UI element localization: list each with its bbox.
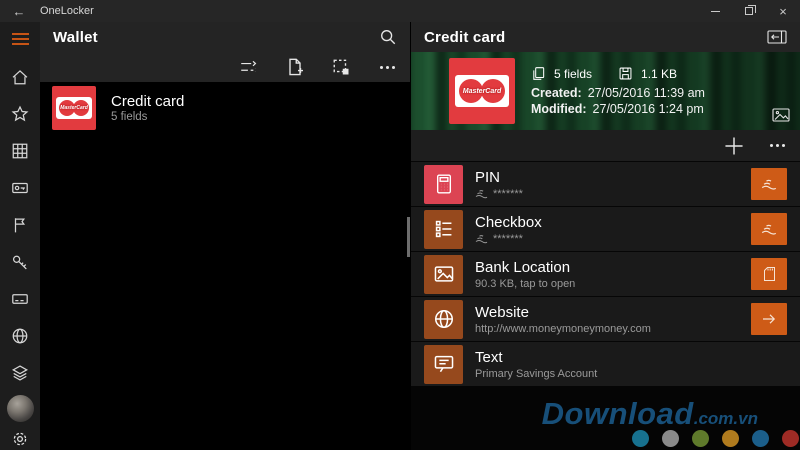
masked-icon bbox=[475, 189, 488, 199]
fields-count: 5 fields bbox=[554, 67, 592, 81]
app-title: OneLocker bbox=[40, 5, 94, 17]
field-subtitle: http://www.moneymoneymoney.com bbox=[475, 323, 651, 335]
mastercard-logo: MasterCard bbox=[52, 86, 96, 130]
calculator-icon bbox=[424, 165, 463, 204]
star-icon[interactable] bbox=[11, 105, 29, 123]
masked-icon bbox=[475, 234, 488, 244]
field-subtitle: ******* bbox=[493, 233, 523, 245]
back-button[interactable]: ← bbox=[0, 4, 38, 19]
reveal-button[interactable] bbox=[751, 168, 787, 200]
layers-icon[interactable] bbox=[11, 364, 29, 382]
close-icon: × bbox=[779, 5, 787, 18]
detail-more-button[interactable] bbox=[767, 136, 787, 156]
minimize-button[interactable] bbox=[698, 0, 732, 22]
item-title: Credit card bbox=[111, 93, 184, 112]
settings-gear-icon[interactable] bbox=[11, 430, 29, 448]
created-row: Created:27/05/2016 11:39 am bbox=[531, 86, 705, 100]
field-title: Bank Location bbox=[475, 259, 575, 277]
restore-icon bbox=[745, 7, 753, 15]
ellipsis-icon bbox=[380, 66, 395, 69]
fields-count-icon bbox=[531, 66, 546, 81]
reveal-button[interactable] bbox=[751, 213, 787, 245]
field-row-bank-location[interactable]: Bank Location 90.3 KB, tap to open bbox=[411, 252, 800, 296]
file-size: 1.1 KB bbox=[641, 67, 677, 81]
home-icon[interactable] bbox=[11, 68, 29, 86]
file-size-icon bbox=[618, 66, 633, 81]
open-link-button[interactable] bbox=[751, 303, 787, 335]
field-title: Website bbox=[475, 304, 651, 322]
restore-button[interactable] bbox=[732, 0, 766, 22]
window-controls: × bbox=[698, 0, 800, 22]
detail-title: Credit card bbox=[424, 29, 505, 46]
search-icon[interactable] bbox=[379, 28, 397, 46]
sort-button[interactable] bbox=[239, 57, 259, 77]
banner-image-icon[interactable] bbox=[772, 108, 790, 122]
modified-row: Modified:27/05/2016 1:24 pm bbox=[531, 102, 705, 116]
watermark-area: Download.com.vn bbox=[411, 386, 800, 450]
field-row-text[interactable]: Text Primary Savings Account bbox=[411, 342, 800, 386]
field-title: Text bbox=[475, 349, 597, 367]
field-title: Checkbox bbox=[475, 214, 542, 232]
flag-icon[interactable] bbox=[11, 216, 29, 234]
scrollbar-thumb[interactable] bbox=[407, 217, 410, 257]
image-icon bbox=[424, 255, 463, 294]
comment-icon bbox=[424, 345, 463, 384]
more-button[interactable] bbox=[377, 57, 397, 77]
hamburger-icon bbox=[12, 33, 29, 35]
add-item-button[interactable] bbox=[285, 57, 305, 77]
field-subtitle: Primary Savings Account bbox=[475, 368, 597, 380]
dock-pane-icon[interactable] bbox=[767, 30, 787, 44]
titlebar: ← OneLocker × bbox=[0, 0, 800, 22]
wallet-item-credit-card[interactable]: MasterCard Credit card 5 fields bbox=[40, 82, 410, 134]
field-row-website[interactable]: Website http://www.moneymoneymoney.com bbox=[411, 297, 800, 341]
close-button[interactable]: × bbox=[766, 0, 800, 22]
grid-icon[interactable] bbox=[11, 142, 29, 160]
watermark-text: Download.com.vn bbox=[542, 396, 758, 432]
globe-nav-icon[interactable] bbox=[11, 327, 29, 345]
save-button[interactable] bbox=[751, 258, 787, 290]
fields-list: PIN ******* Checkbox ******* bbox=[411, 162, 800, 386]
item-banner: MasterCard 5 fields 1.1 KB Created:27/05… bbox=[411, 52, 800, 130]
user-avatar[interactable] bbox=[7, 395, 34, 422]
key-icon[interactable] bbox=[11, 253, 29, 271]
item-subtitle: 5 fields bbox=[111, 111, 184, 123]
nav-sidebar bbox=[0, 22, 40, 450]
ellipsis-icon bbox=[770, 144, 785, 147]
checklist-icon bbox=[424, 210, 463, 249]
mastercard-logo-large: MasterCard bbox=[449, 58, 515, 124]
globe-icon bbox=[424, 300, 463, 339]
wallet-panel: Wallet MasterCard Credit card 5 fiel bbox=[40, 22, 410, 450]
detail-panel: Credit card MasterCard 5 fields bbox=[411, 22, 800, 450]
wallet-list: MasterCard Credit card 5 fields bbox=[40, 82, 410, 134]
detail-command-bar bbox=[411, 130, 800, 161]
hamburger-menu-button[interactable] bbox=[0, 22, 40, 56]
multi-select-button[interactable] bbox=[331, 57, 351, 77]
field-row-pin[interactable]: PIN ******* bbox=[411, 162, 800, 206]
field-title: PIN bbox=[475, 169, 523, 187]
minimize-icon bbox=[711, 11, 720, 12]
id-card-icon[interactable] bbox=[11, 179, 29, 197]
add-field-button[interactable] bbox=[723, 135, 745, 157]
field-subtitle: ******* bbox=[493, 188, 523, 200]
field-row-checkbox[interactable]: Checkbox ******* bbox=[411, 207, 800, 251]
watermark-dots bbox=[632, 430, 800, 447]
credit-card-icon[interactable] bbox=[11, 290, 29, 308]
field-subtitle: 90.3 KB, tap to open bbox=[475, 278, 575, 290]
wallet-toolbar bbox=[40, 52, 410, 82]
wallet-title: Wallet bbox=[53, 29, 98, 46]
